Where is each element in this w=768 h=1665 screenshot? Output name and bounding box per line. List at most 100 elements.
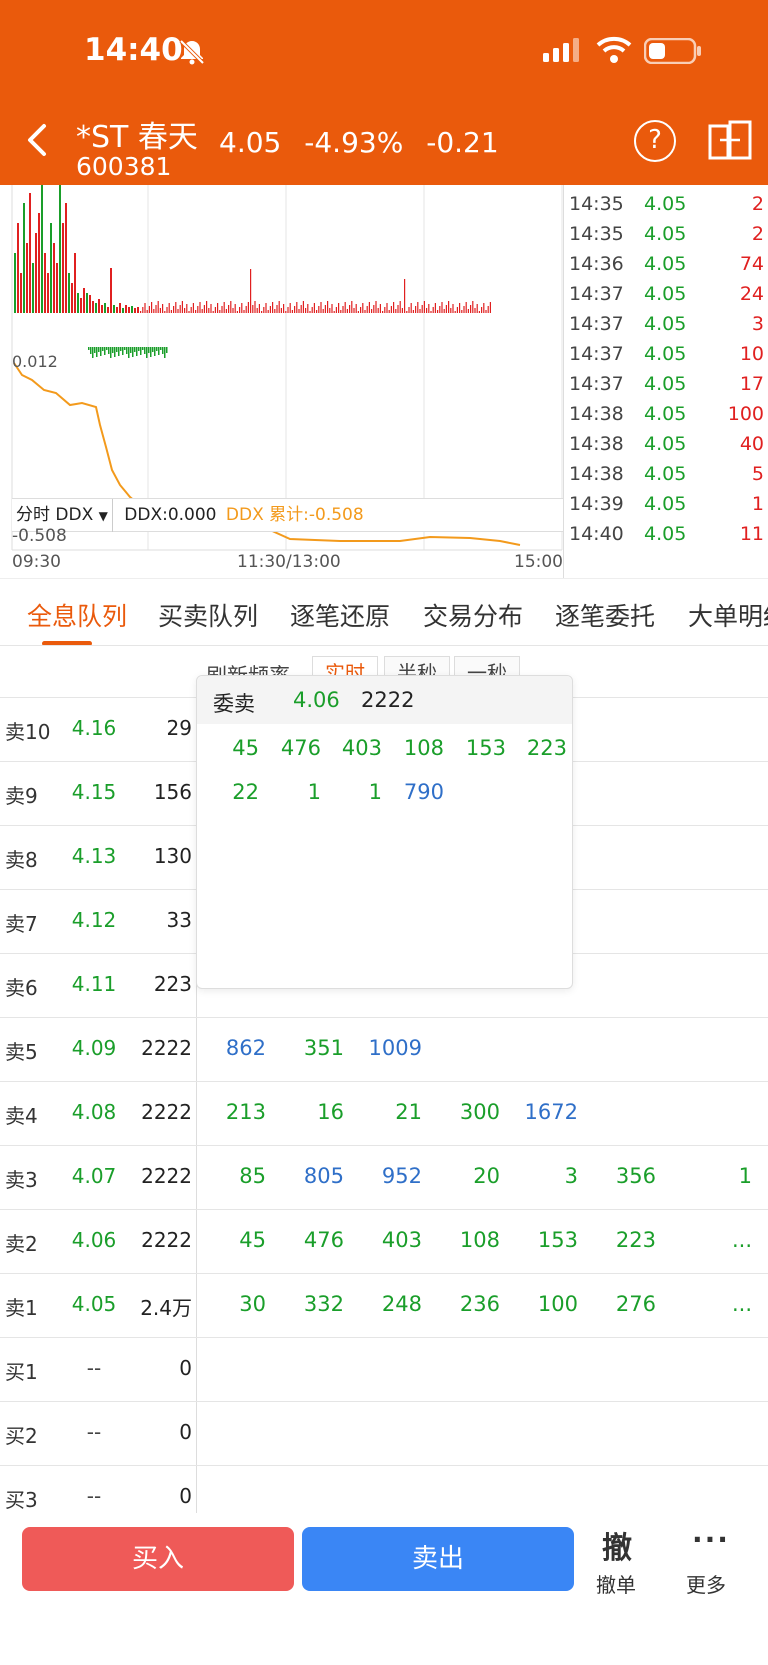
volume-bar [254, 301, 256, 313]
level-price: 4.05 [71, 1292, 117, 1316]
tab-3[interactable]: 逐笔还原 [290, 597, 390, 633]
order-book-row[interactable]: 卖2 4.06 2222 45 476 403 108 153 223... [0, 1210, 768, 1274]
ddx-bar [128, 347, 130, 358]
queue-order: 403 [381, 1228, 422, 1252]
volume-bar [95, 303, 97, 313]
ddx-bar [144, 347, 146, 354]
volume-bar [179, 305, 181, 313]
volume-bar [267, 310, 269, 313]
tick-row: 14:36 4.05 74 [564, 249, 768, 280]
ddx-bar [104, 347, 106, 355]
more-icon[interactable]: ··· [692, 1523, 730, 1556]
volume-bar [47, 273, 49, 313]
level-price: -- [86, 1484, 102, 1508]
volume-bar [74, 253, 76, 313]
intraday-chart[interactable]: 分时 DDX ▼ DDX:0.000 DDX 累计:-0.508 [0, 185, 563, 578]
switch-view-icon[interactable] [708, 120, 752, 162]
volume-bar [92, 301, 94, 313]
volume-bar [153, 309, 155, 313]
volume-bar [483, 303, 485, 313]
tab-bar: 全息队列买卖队列逐笔还原交易分布逐笔委托大单明细 [0, 578, 768, 646]
volume-bar [128, 307, 130, 313]
volume-bar [62, 223, 64, 313]
ddx-bar [90, 347, 92, 354]
queue-order: 20 [473, 1164, 500, 1188]
volume-bar [287, 307, 289, 313]
tick-row: 14:37 4.05 24 [564, 279, 768, 310]
help-icon[interactable]: ? [634, 120, 676, 162]
order-book-row[interactable]: 买3 -- 0 [0, 1466, 768, 1513]
tick-price: 4.05 [644, 433, 687, 455]
volume-bar [377, 308, 379, 313]
volume-bar [472, 301, 474, 313]
tick-volume: 2 [751, 223, 764, 245]
volume-bar [201, 309, 203, 313]
level-price: 4.06 [71, 1228, 117, 1252]
volume-bar [353, 308, 355, 313]
volume-bar [98, 299, 100, 313]
tab-6[interactable]: 大单明细 [688, 597, 768, 633]
tick-time: 14:38 [569, 463, 624, 485]
volume-bar [89, 295, 91, 313]
volume-bar [296, 302, 298, 313]
level-label: 卖8 [5, 848, 38, 872]
tick-time: 14:39 [569, 493, 624, 515]
cancel-order-label[interactable]: 撤单 [596, 1569, 636, 1598]
level-volume: 2222 [141, 1100, 192, 1124]
ddx-value: DDX:0.000 [124, 505, 217, 525]
queue-detail-popup[interactable]: 委卖 4.06 2222 45 476 403 108 153 223 22 1 1 790 [196, 675, 573, 989]
tick-volume: 24 [739, 283, 764, 305]
volume-bar [230, 301, 232, 313]
level-volume: 0 [179, 1356, 192, 1380]
time-label-end: 15:00 [514, 552, 563, 572]
tab-1[interactable]: 全息队列 [27, 597, 127, 633]
order-book-row[interactable]: 买1 -- 0 [0, 1338, 768, 1402]
level-volume: 0 [179, 1420, 192, 1444]
queue-order: 300 [459, 1100, 500, 1124]
volume-bar [125, 305, 127, 313]
order-book-row[interactable]: 卖1 4.05 2.4万 30 332 248 236 100 276... [0, 1274, 768, 1338]
volume-bar [203, 305, 205, 313]
tab-4[interactable]: 交易分布 [423, 597, 523, 633]
tick-time: 14:37 [569, 373, 624, 395]
volume-bar [175, 302, 177, 313]
volume-bar [44, 253, 46, 313]
volume-bar [241, 303, 243, 313]
tab-5[interactable]: 逐笔委托 [555, 597, 655, 633]
volume-bar [410, 303, 412, 313]
popup-price: 4.06 [293, 688, 340, 712]
back-icon[interactable] [24, 120, 52, 160]
volume-bar [406, 311, 408, 313]
volume-bar [148, 306, 150, 313]
tick-list[interactable]: 14:35 4.05 2 14:35 4.05 2 14:36 4.05 74 14:37 4.05… [563, 185, 768, 578]
tab-2[interactable]: 买卖队列 [158, 597, 258, 633]
volume-bar [101, 305, 103, 313]
ddx-bar [146, 347, 148, 358]
order-book-row[interactable]: 卖4 4.08 2222 213 16 21 300 1672 [0, 1082, 768, 1146]
order-book-row[interactable]: 卖3 4.07 2222 85 805 952 20 3 356 1 [0, 1146, 768, 1210]
sell-button[interactable]: 卖出 [302, 1527, 574, 1591]
level-label: 卖1 [5, 1296, 38, 1320]
more-label[interactable]: 更多 [686, 1569, 726, 1598]
volume-bar [283, 304, 285, 313]
current-price: 4.05 [219, 126, 282, 159]
ddx-bar [116, 347, 118, 352]
popup-queue-order: 1 [307, 780, 321, 804]
volume-bar [399, 301, 401, 313]
ddx-cumulative: DDX 累计:-0.508 [225, 505, 364, 525]
order-book-row[interactable]: 卖5 4.09 2222 862 351 1009 [0, 1018, 768, 1082]
cancel-order-icon[interactable]: 撤 [602, 1523, 632, 1567]
ddx-bar [114, 347, 116, 357]
order-book-row[interactable]: 买2 -- 0 [0, 1402, 768, 1466]
volume-bar [188, 311, 190, 313]
buy-button[interactable]: 买入 [22, 1527, 294, 1591]
volume-bar [166, 307, 168, 313]
volume-bar [384, 307, 386, 313]
volume-bar [71, 283, 73, 313]
level-price: 4.16 [71, 716, 117, 740]
volume-bar [459, 303, 461, 313]
volume-bar [234, 304, 236, 313]
tick-volume: 10 [739, 343, 764, 365]
volume-bar [476, 304, 478, 313]
volume-bar [146, 310, 148, 313]
